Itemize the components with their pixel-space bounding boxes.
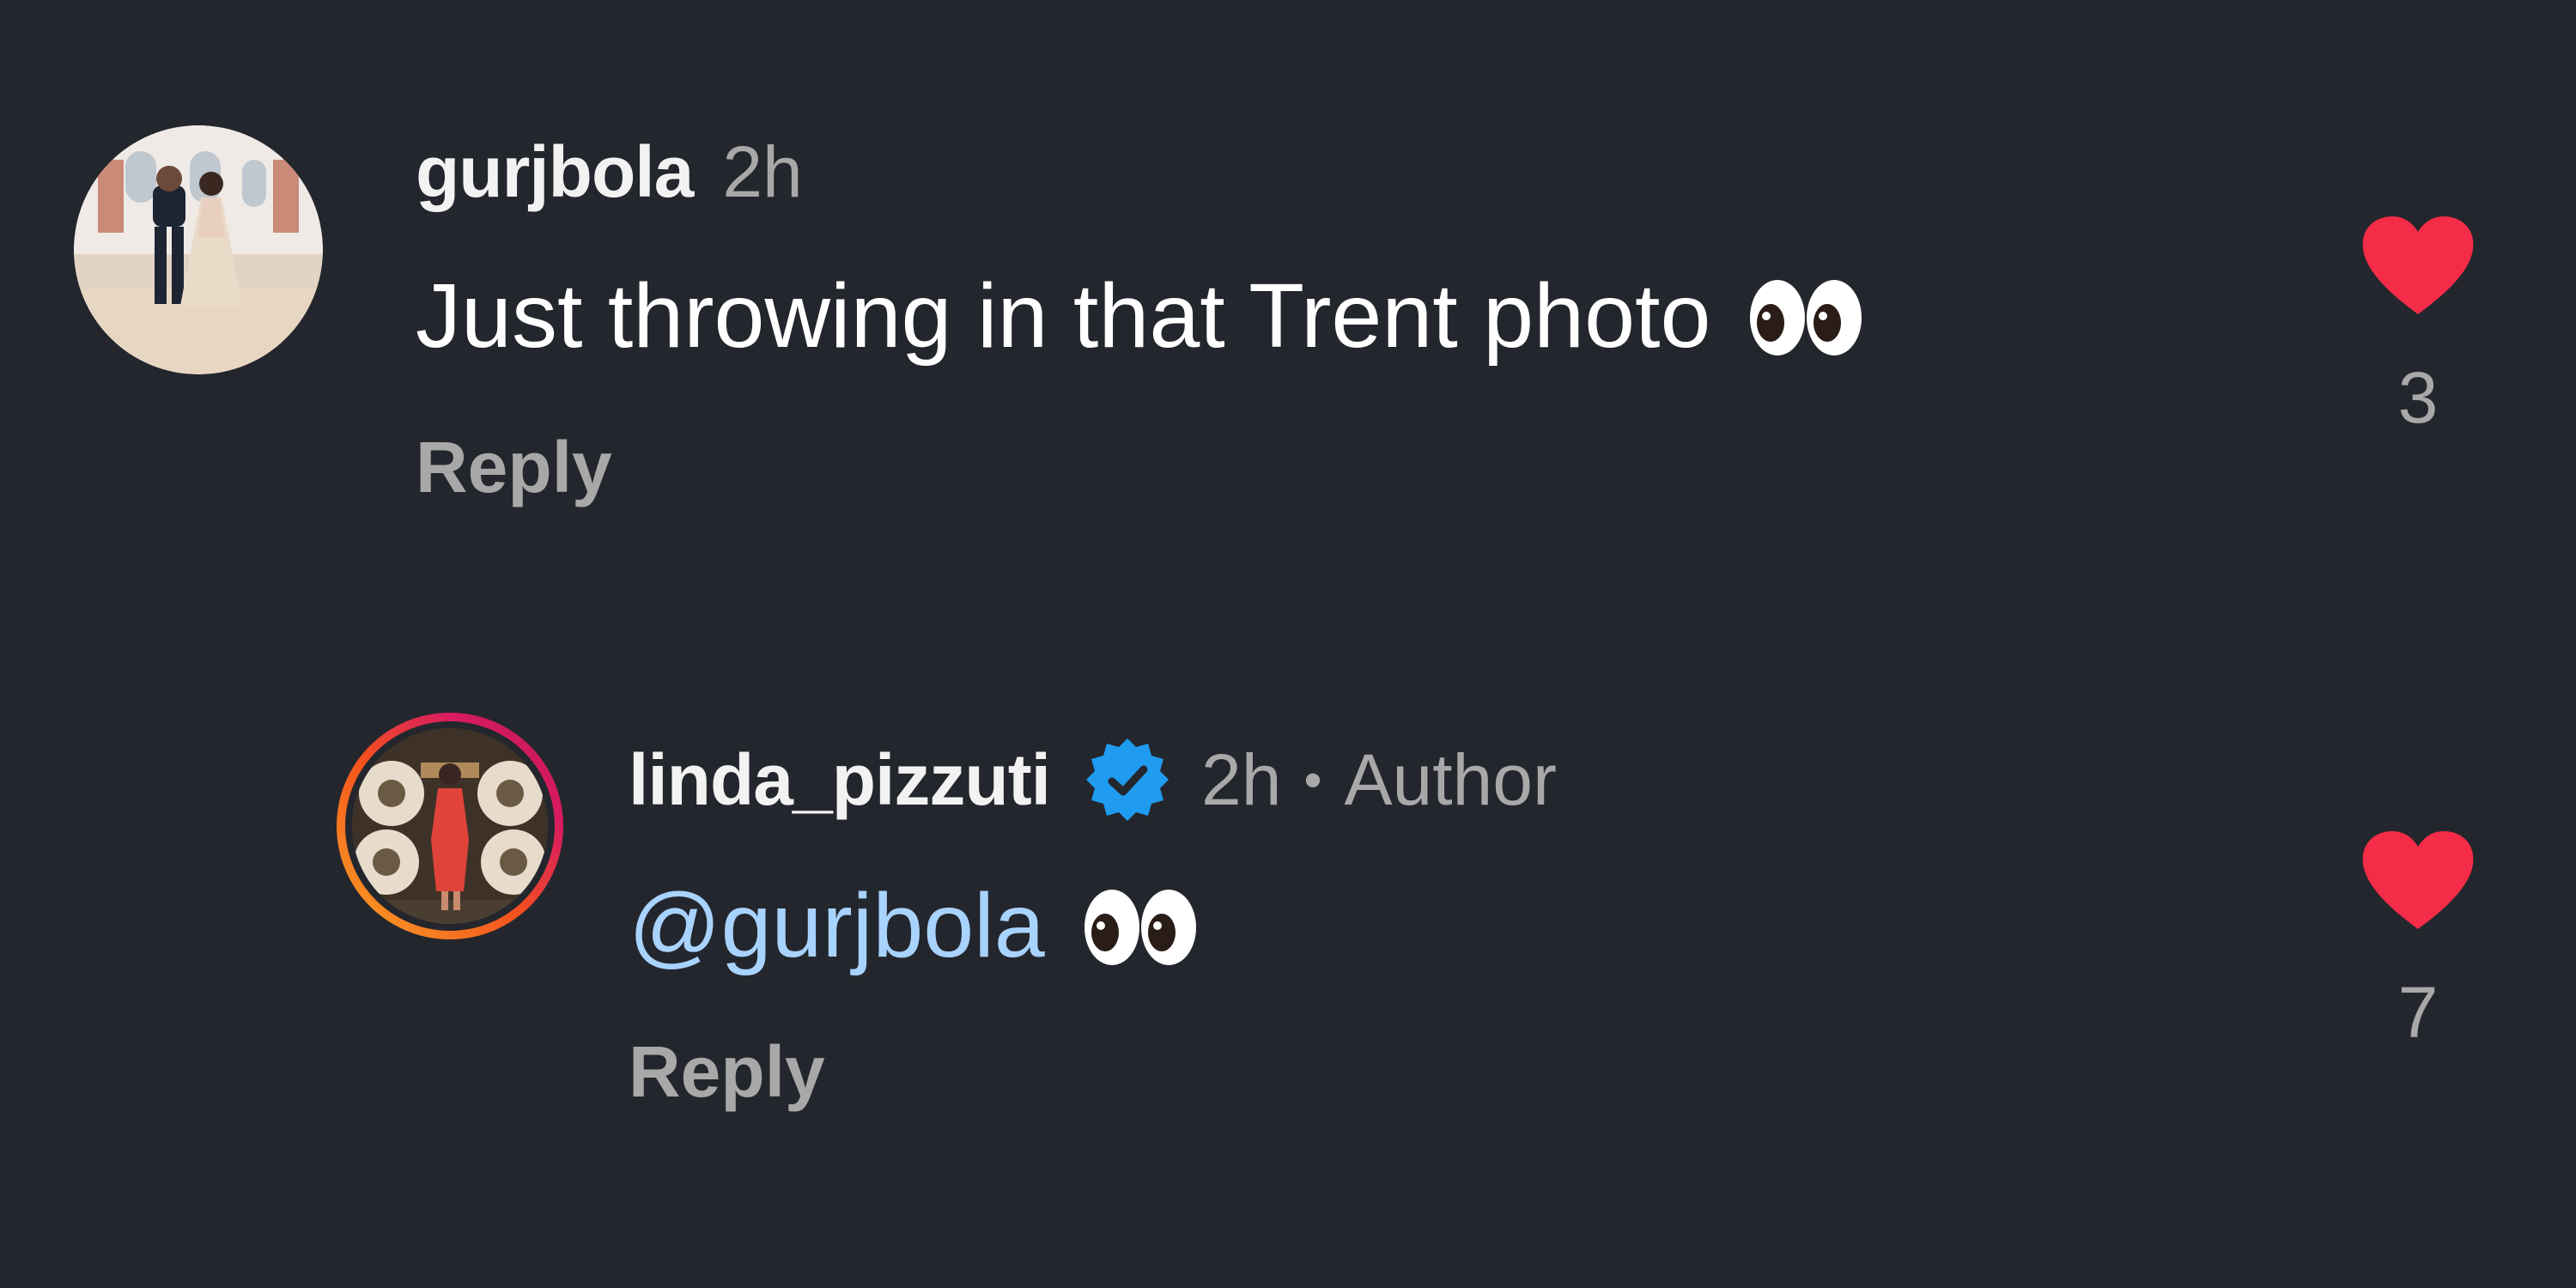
avatar-photo xyxy=(337,713,563,939)
separator-dot: • xyxy=(1303,750,1322,809)
timestamp: 2h xyxy=(1201,738,1282,820)
reply-button[interactable]: Reply xyxy=(629,1030,1557,1114)
author-badge: Author xyxy=(1344,738,1557,820)
comment-text: @gurjbola xyxy=(629,866,1557,986)
like-control: 3 xyxy=(2360,215,2476,440)
comment-meta: linda_pizzuti 2h • Author xyxy=(629,737,1557,823)
avatar-story-ring[interactable] xyxy=(335,711,565,941)
username[interactable]: gurjbola xyxy=(416,131,694,214)
timestamp: 2h xyxy=(722,131,803,212)
verified-badge-icon xyxy=(1083,735,1172,824)
reply-button[interactable]: Reply xyxy=(416,426,1865,509)
avatar-photo xyxy=(74,125,323,374)
comment-text: Just throwing in that Trent photo xyxy=(416,256,1865,376)
heart-icon[interactable] xyxy=(2360,215,2476,318)
comments-thread: gurjbola 2h Just throwing in that Trent … xyxy=(0,0,2576,1288)
like-control: 7 xyxy=(2360,829,2476,1054)
comment-body: Just throwing in that Trent photo xyxy=(416,264,1711,367)
like-count: 7 xyxy=(2397,972,2439,1053)
avatar[interactable] xyxy=(74,125,323,374)
username[interactable]: linda_pizzuti xyxy=(629,738,1051,822)
eyes-emoji-icon xyxy=(1079,883,1200,969)
heart-icon[interactable] xyxy=(2360,829,2476,933)
eyes-emoji-icon xyxy=(1745,273,1865,359)
comment-meta: gurjbola 2h xyxy=(416,129,1865,215)
like-count: 3 xyxy=(2397,357,2439,438)
mention-link[interactable]: @gurjbola xyxy=(629,874,1045,978)
